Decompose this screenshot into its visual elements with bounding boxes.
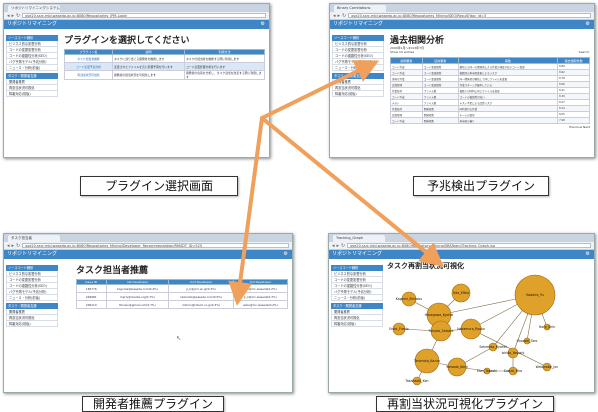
- arrow-to-recommend: [228, 116, 264, 306]
- flow-arrows: [228, 60, 445, 306]
- arrow-to-reassign: [260, 116, 445, 268]
- arrow-to-prediction: [260, 60, 380, 120]
